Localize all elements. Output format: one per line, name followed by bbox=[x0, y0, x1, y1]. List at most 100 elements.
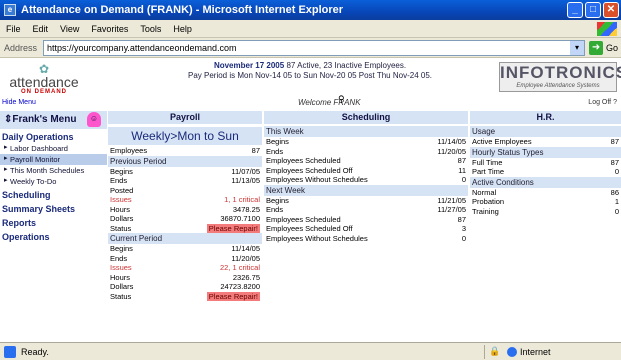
sidebar-title-text: Frank's Menu bbox=[12, 114, 77, 125]
zone-label: Internet bbox=[520, 347, 551, 357]
row-value: 1 bbox=[614, 197, 619, 206]
attendance-logo: ✿ attendance ON DEMAND bbox=[4, 62, 84, 95]
row-label: Begins bbox=[110, 166, 133, 176]
sidebar-item-weekly-todo[interactable]: Weekly To-Do bbox=[0, 176, 107, 187]
row-value: 87 bbox=[457, 156, 466, 165]
address-label: Address bbox=[4, 42, 38, 53]
row-label: Employees Scheduled bbox=[266, 214, 341, 224]
current-period-title: Current Period bbox=[108, 233, 262, 244]
notice-line2: Pay Period is Mon Nov-14 05 to Sun Nov-2… bbox=[188, 71, 432, 80]
row-label: Employees Scheduled Off bbox=[266, 224, 353, 233]
row-label: Training bbox=[472, 206, 499, 216]
chevron-down-icon[interactable]: ▾ bbox=[570, 40, 585, 55]
table-row: Normal 86 bbox=[470, 188, 621, 198]
table-row: Posted bbox=[108, 186, 262, 196]
table-row: Begins 11/07/05 bbox=[108, 167, 262, 177]
address-input[interactable]: https://yourcompany.attendanceondemand.c… bbox=[43, 39, 586, 56]
table-row: Begins 11/14/05 bbox=[108, 244, 262, 254]
go-arrow-icon: ➜ bbox=[589, 40, 604, 55]
go-button[interactable]: ➜ Go bbox=[589, 40, 618, 55]
status-badge[interactable]: Please Repair! bbox=[206, 291, 260, 301]
row-label: Employees bbox=[110, 146, 148, 155]
sidebar-item-payroll-monitor[interactable]: Payroll Monitor bbox=[0, 154, 107, 165]
row-value: 1, 1 critical bbox=[224, 195, 260, 204]
table-row: Begins 11/14/05 bbox=[264, 137, 468, 147]
issues-row[interactable]: Issues 1, 1 critical bbox=[108, 195, 262, 205]
row-label: Begins bbox=[266, 137, 289, 146]
scheduling-panel: This Week Begins 11/14/05 Ends 11/20/05 Em… bbox=[264, 126, 468, 243]
row-value: 11/20/05 bbox=[437, 146, 466, 156]
table-row: Employees Scheduled 87 bbox=[264, 156, 468, 166]
minimize-button[interactable]: _ bbox=[567, 2, 583, 18]
table-row: Ends 11/20/05 bbox=[108, 254, 262, 264]
menu-favorites[interactable]: Favorites bbox=[91, 24, 128, 34]
menu-edit[interactable]: Edit bbox=[33, 24, 49, 34]
table-row: Training 0 bbox=[470, 207, 621, 217]
active-conditions-title: Active Conditions bbox=[470, 176, 621, 188]
row-label: Normal bbox=[472, 187, 497, 197]
status-row: Status Please Repair! bbox=[108, 223, 262, 233]
row-label: Probation bbox=[472, 197, 505, 206]
this-week-title: This Week bbox=[264, 126, 468, 137]
menu-tools[interactable]: Tools bbox=[140, 24, 161, 34]
menu-help[interactable]: Help bbox=[173, 24, 192, 34]
row-value: 11/20/05 bbox=[231, 253, 260, 263]
sidebar-section-summary-sheets[interactable]: Summary Sheets bbox=[0, 201, 107, 215]
row-value: 86 bbox=[610, 187, 619, 197]
infotronics-logo: INFOTRONICS Employee Attendance Systems bbox=[499, 62, 621, 92]
address-url: https://yourcompany.attendanceondemand.c… bbox=[47, 42, 237, 53]
row-label: Posted bbox=[110, 185, 134, 195]
menu-file[interactable]: File bbox=[6, 24, 21, 34]
row-value: 2326.75 bbox=[232, 272, 260, 282]
row-value: 87 bbox=[610, 137, 619, 146]
payroll-panel: Weekly>Mon to Sun Employees 87 Previous P… bbox=[108, 127, 262, 301]
log-off-link[interactable]: Log Off ? bbox=[588, 99, 617, 106]
row-label: Full Time bbox=[472, 157, 503, 167]
row-label: Part Time bbox=[472, 167, 505, 176]
menu-view[interactable]: View bbox=[60, 24, 79, 34]
row-value: 11/27/05 bbox=[437, 205, 466, 214]
table-row: Hours 2326.75 bbox=[108, 273, 262, 283]
hourly-status-title: Hourly Status Types bbox=[470, 146, 621, 158]
close-button[interactable]: ✕ bbox=[603, 2, 619, 18]
brand-name: INFOTRONICS bbox=[500, 63, 621, 82]
row-label: Ends bbox=[266, 205, 284, 214]
sidebar-item-labor-dashboard[interactable]: Labor Dashboard bbox=[0, 143, 107, 154]
row-label: Employees Scheduled Off bbox=[266, 165, 353, 175]
row-label: Active Employees bbox=[472, 137, 532, 146]
row-label: Dollars bbox=[110, 214, 134, 223]
sidebar-section-operations[interactable]: Operations bbox=[0, 229, 107, 243]
hr-header: H.R. bbox=[470, 111, 621, 124]
table-row: Ends 11/20/05 bbox=[264, 147, 468, 157]
security-zone: 🔒 Internet bbox=[484, 345, 551, 359]
row-value: 11/07/05 bbox=[231, 166, 260, 176]
binoculars-icon[interactable]: ⚲ bbox=[338, 94, 345, 105]
row-label: Hours bbox=[110, 272, 131, 282]
sidebar-title: ⇕Frank's Menu ☺ bbox=[0, 111, 107, 129]
row-value: 11/13/05 bbox=[231, 176, 260, 185]
sidebar-section-daily-operations[interactable]: Daily Operations bbox=[0, 129, 107, 143]
address-bar: Address https://yourcompany.attendanceon… bbox=[0, 38, 621, 58]
logo-name: attendance bbox=[9, 74, 79, 90]
payroll-period-title: Weekly>Mon to Sun bbox=[108, 127, 262, 145]
sidebar-section-scheduling[interactable]: Scheduling bbox=[0, 187, 107, 201]
row-label: Employees Without Schedules bbox=[266, 175, 368, 184]
notice-rest: 87 Active, 23 Inactive Employees. bbox=[286, 61, 407, 70]
avatar-icon: ☺ bbox=[87, 112, 101, 127]
status-badge[interactable]: Please Repair! bbox=[206, 223, 260, 233]
row-value: 3 bbox=[461, 224, 466, 233]
menu-bar: File Edit View Favorites Tools Help bbox=[0, 20, 621, 38]
sidebar-section-reports[interactable]: Reports bbox=[0, 215, 107, 229]
row-label: Hours bbox=[110, 204, 131, 214]
status-bar: Ready. 🔒 Internet bbox=[0, 342, 621, 360]
hide-menu-link[interactable]: Hide Menu bbox=[2, 99, 36, 106]
page-header: ✿ attendance ON DEMAND Hide Menu Novembe… bbox=[0, 58, 621, 110]
table-row: Employees Scheduled Off 3 bbox=[264, 224, 468, 234]
table-row: Hours 3478.25 bbox=[108, 205, 262, 215]
sidebar-item-this-month-schedules[interactable]: This Month Schedules bbox=[0, 165, 107, 176]
issues-row[interactable]: Issues 22, 1 critical bbox=[108, 263, 262, 273]
row-value: 11 bbox=[458, 165, 466, 175]
welcome-text: Welcome FRANK bbox=[298, 98, 361, 107]
ie-app-icon: e bbox=[4, 4, 16, 16]
maximize-button[interactable]: □ bbox=[585, 2, 601, 18]
